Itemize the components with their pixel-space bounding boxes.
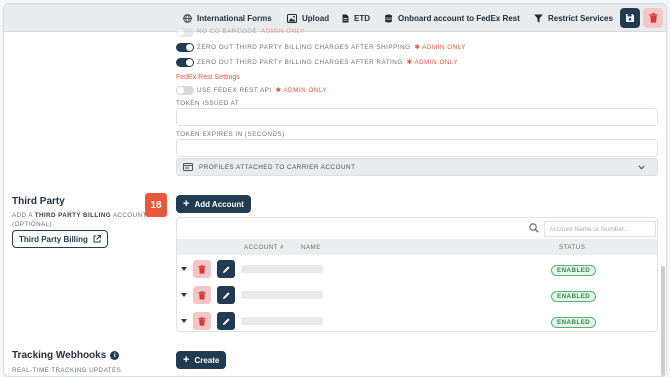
delete-account-button[interactable] bbox=[193, 260, 211, 278]
delete-account-button[interactable] bbox=[193, 312, 211, 330]
create-webhook-label: Create bbox=[194, 355, 220, 365]
status-badge: ENABLED bbox=[551, 291, 597, 302]
column-status: STATUS bbox=[559, 244, 586, 251]
use-fedex-rest-toggle[interactable] bbox=[176, 86, 194, 95]
international-forms-button[interactable]: International Forms bbox=[183, 10, 272, 26]
edit-account-button[interactable] bbox=[217, 286, 235, 304]
restrict-services-button[interactable]: Restrict Services bbox=[534, 10, 613, 26]
third-party-description: ADD A THIRD PARTY BILLING ACCOUNT (OPTIO… bbox=[12, 212, 147, 228]
tracking-webhooks-description: REAL-TIME TRACKING UPDATES bbox=[12, 367, 122, 374]
add-account-label: Add Account bbox=[194, 199, 244, 209]
edit-account-button[interactable] bbox=[217, 260, 235, 278]
upload-label: Upload bbox=[302, 13, 330, 23]
status-badge: ENABLED bbox=[551, 265, 597, 276]
chevron-down-icon bbox=[638, 165, 645, 170]
account-value-placeholder bbox=[241, 317, 323, 325]
use-fedex-rest-label: USE FEDEX REST API ✱ ADMIN ONLY bbox=[197, 87, 328, 94]
external-link-icon bbox=[93, 235, 101, 243]
tracking-webhooks-title: Tracking Webhooks i bbox=[12, 350, 120, 361]
account-value-placeholder bbox=[241, 291, 323, 299]
filter-icon bbox=[534, 14, 543, 22]
add-account-button[interactable]: + Add Account bbox=[176, 195, 251, 213]
cut-off-toggle[interactable] bbox=[176, 28, 194, 37]
third-party-title: Third Party bbox=[12, 196, 65, 207]
third-party-billing-label: Third Party Billing bbox=[19, 234, 88, 244]
upload-button[interactable]: Upload bbox=[287, 10, 329, 26]
table-row: ENABLED bbox=[177, 309, 657, 331]
third-party-count-badge: 18 bbox=[145, 193, 167, 217]
third-party-billing-button[interactable]: Third Party Billing bbox=[12, 230, 108, 248]
profiles-accordion[interactable]: PROFILES ATTACHED TO CARRIER ACCOUNT bbox=[176, 158, 658, 176]
column-account-number: ACCOUNT # bbox=[244, 244, 284, 251]
top-toolbar: International Forms Upload ETD Onboard a… bbox=[4, 4, 666, 32]
account-search-input[interactable] bbox=[544, 221, 656, 237]
fedex-rest-settings-heading: FedEx Rest Settings bbox=[176, 74, 240, 81]
info-icon[interactable]: i bbox=[110, 350, 120, 360]
account-value-placeholder bbox=[241, 265, 323, 273]
settings-panel: International Forms Upload ETD Onboard a… bbox=[3, 3, 667, 377]
delete-carrier-button[interactable] bbox=[643, 8, 663, 28]
zero-out-after-rating-label: ZERO OUT THIRD PARTY BILLING CHARGES AFT… bbox=[197, 59, 459, 66]
token-expires-label: TOKEN EXPIRES IN (SECONDS) bbox=[176, 131, 285, 138]
cut-off-label: No CO Barcode ADMIN ONLY bbox=[197, 28, 305, 35]
save-icon bbox=[626, 14, 634, 22]
plus-icon: + bbox=[183, 354, 190, 366]
delete-account-button[interactable] bbox=[193, 286, 211, 304]
etd-button[interactable]: ETD bbox=[342, 10, 370, 26]
globe-icon bbox=[183, 13, 192, 23]
document-icon bbox=[342, 14, 349, 22]
zero-out-after-shipping-toggle[interactable] bbox=[176, 43, 194, 52]
third-party-accounts-table: ACCOUNT # NAME STATUS ENABLED ENAB bbox=[176, 217, 658, 332]
plus-icon: + bbox=[183, 198, 190, 210]
expand-row-icon[interactable] bbox=[181, 267, 187, 271]
etd-label: ETD bbox=[354, 13, 370, 23]
trash-icon bbox=[198, 316, 206, 326]
table-row: ENABLED bbox=[177, 283, 657, 309]
table-row: ENABLED bbox=[177, 257, 657, 283]
column-name: NAME bbox=[301, 244, 321, 251]
token-expires-input[interactable] bbox=[176, 139, 658, 157]
expand-row-icon[interactable] bbox=[181, 293, 187, 297]
search-icon bbox=[529, 223, 539, 233]
trash-icon bbox=[198, 290, 206, 300]
scrollbar[interactable] bbox=[661, 266, 665, 376]
pencil-icon bbox=[222, 265, 230, 273]
restrict-services-label: Restrict Services bbox=[548, 13, 613, 23]
zero-out-after-rating-toggle[interactable] bbox=[176, 58, 194, 67]
token-issued-input[interactable] bbox=[176, 108, 658, 126]
edit-account-button[interactable] bbox=[217, 312, 235, 330]
trash-icon bbox=[649, 13, 657, 23]
status-badge: ENABLED bbox=[551, 317, 597, 328]
pencil-icon bbox=[222, 317, 230, 325]
coins-icon bbox=[385, 14, 392, 22]
zero-out-after-shipping-label: ZERO OUT THIRD PARTY BILLING CHARGES AFT… bbox=[197, 44, 466, 51]
pencil-icon bbox=[222, 291, 230, 299]
image-icon bbox=[287, 13, 297, 23]
trash-icon bbox=[198, 264, 206, 274]
expand-row-icon[interactable] bbox=[181, 319, 187, 323]
onboard-fedex-label: Onboard account to FedEx Rest bbox=[398, 13, 520, 23]
save-button[interactable] bbox=[620, 8, 640, 28]
international-forms-label: International Forms bbox=[197, 13, 272, 23]
profiles-label: PROFILES ATTACHED TO CARRIER ACCOUNT bbox=[199, 163, 356, 171]
create-webhook-button[interactable]: + Create bbox=[176, 351, 227, 369]
table-header: ACCOUNT # NAME STATUS bbox=[177, 239, 657, 255]
token-issued-label: TOKEN ISSUED AT bbox=[176, 100, 240, 107]
id-card-icon bbox=[183, 163, 193, 171]
onboard-fedex-button[interactable]: Onboard account to FedEx Rest bbox=[384, 10, 520, 26]
